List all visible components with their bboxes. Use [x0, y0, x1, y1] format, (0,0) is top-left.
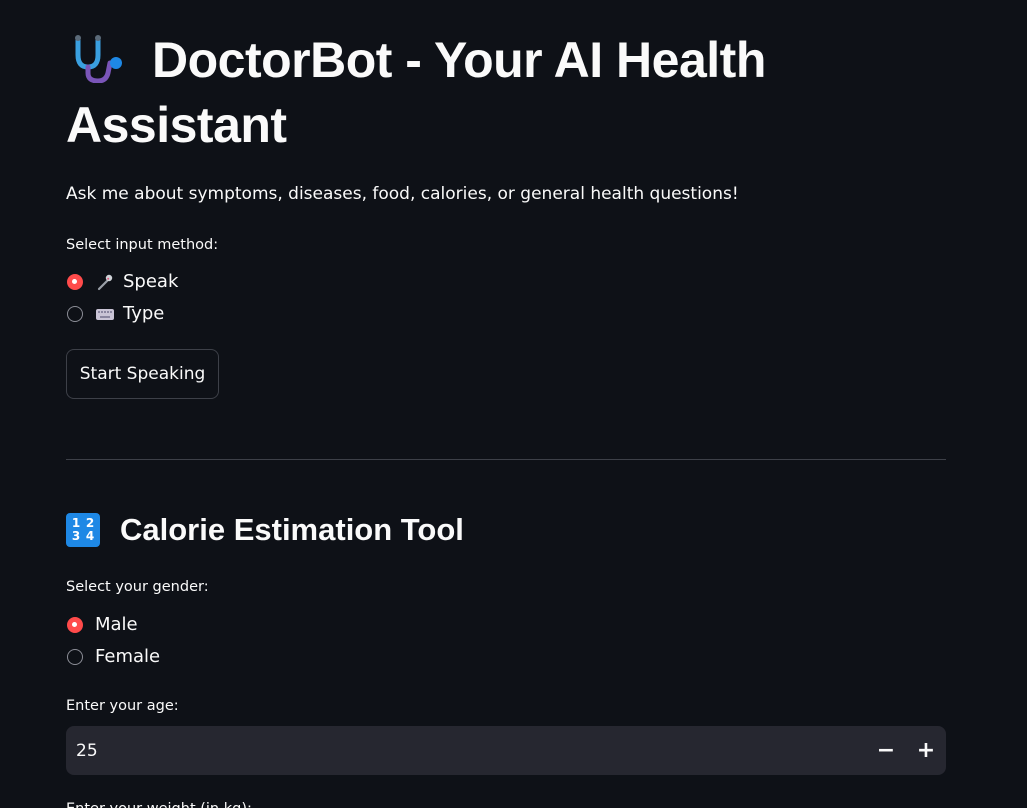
age-input[interactable] [66, 725, 866, 776]
radio-button-unchecked[interactable] [67, 306, 83, 322]
subtitle: Ask me about symptoms, diseases, food, c… [66, 184, 739, 204]
numbers-1234-icon: 1 2 3 4 [66, 513, 100, 547]
age-stepper: − + [66, 725, 946, 776]
page-title-text: DoctorBot - Your AI Health Assistant [66, 32, 766, 153]
calorie-tool-title: Calorie Estimation Tool [120, 512, 464, 547]
app-main: DoctorBot - Your AI Health Assistant Ask… [0, 0, 1027, 808]
radio-type[interactable]: Type [66, 301, 164, 327]
start-speaking-button[interactable]: Start Speaking [66, 349, 219, 399]
calorie-tool-heading: 1 2 3 4 Calorie Estimation Tool [66, 508, 464, 552]
input-method-label: Select input method: [66, 237, 219, 253]
radio-button-checked[interactable] [67, 617, 83, 633]
radio-button-checked[interactable] [67, 274, 83, 290]
stethoscope-icon [66, 33, 126, 84]
microphone-icon [95, 272, 115, 292]
age-label: Enter your age: [66, 698, 179, 714]
page-title: DoctorBot - Your AI Health Assistant [66, 28, 946, 158]
weight-label: Enter your weight (in kg): [66, 799, 252, 808]
radio-label-female: Female [95, 646, 161, 667]
radio-male[interactable]: Male [66, 612, 138, 638]
radio-label-speak: Speak [123, 271, 179, 292]
section-divider [66, 459, 946, 460]
radio-female[interactable]: Female [66, 644, 160, 670]
decrement-button[interactable]: − [866, 726, 906, 775]
keyboard-icon [95, 304, 115, 324]
radio-label-type: Type [123, 303, 165, 324]
increment-button[interactable]: + [906, 726, 946, 775]
gender-label: Select your gender: [66, 579, 209, 595]
radio-label-male: Male [95, 614, 138, 635]
radio-speak[interactable]: Speak [66, 269, 178, 295]
radio-button-unchecked[interactable] [67, 649, 83, 665]
